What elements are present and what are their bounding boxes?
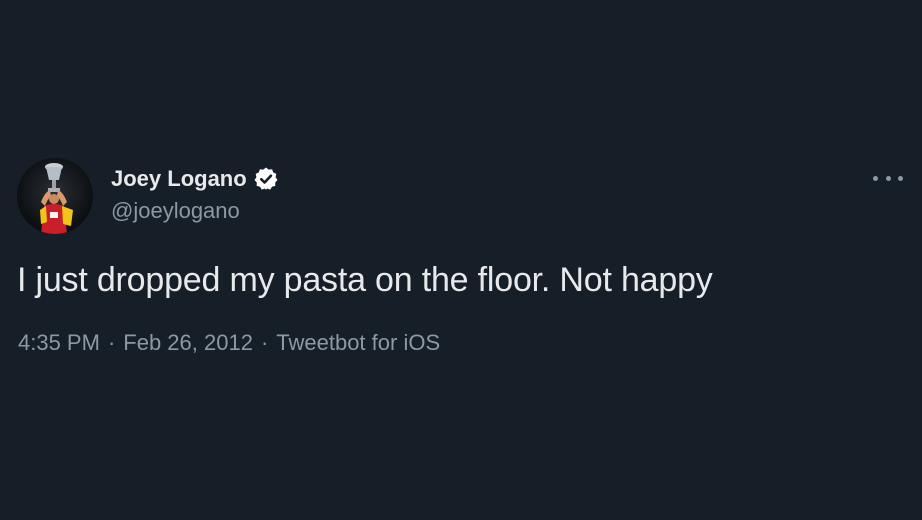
avatar[interactable] <box>17 158 93 234</box>
more-dot-icon <box>873 175 878 181</box>
more-dot-icon <box>898 175 903 181</box>
tweet-meta: 4:35 PM · Feb 26, 2012 · Tweetbot for iOS <box>18 328 440 358</box>
author-display-name[interactable]: Joey Logano <box>111 164 247 194</box>
tweet-time[interactable]: 4:35 PM <box>18 330 100 355</box>
avatar-image <box>17 158 93 234</box>
tweet-source[interactable]: Tweetbot for iOS <box>276 330 440 355</box>
tweet-card: Joey Logano @joeylogano I just dropped m… <box>0 0 922 520</box>
author-name-row: Joey Logano <box>111 164 280 194</box>
more-dot-icon <box>885 175 891 181</box>
author-handle[interactable]: @joeylogano <box>111 197 240 225</box>
tweet-text: I just dropped my pasta on the floor. No… <box>17 261 713 299</box>
more-options-icon[interactable] <box>873 168 903 188</box>
meta-separator: · <box>107 330 116 355</box>
meta-separator: · <box>260 330 269 355</box>
tweet-date[interactable]: Feb 26, 2012 <box>123 330 253 355</box>
verified-badge-icon <box>252 165 280 193</box>
